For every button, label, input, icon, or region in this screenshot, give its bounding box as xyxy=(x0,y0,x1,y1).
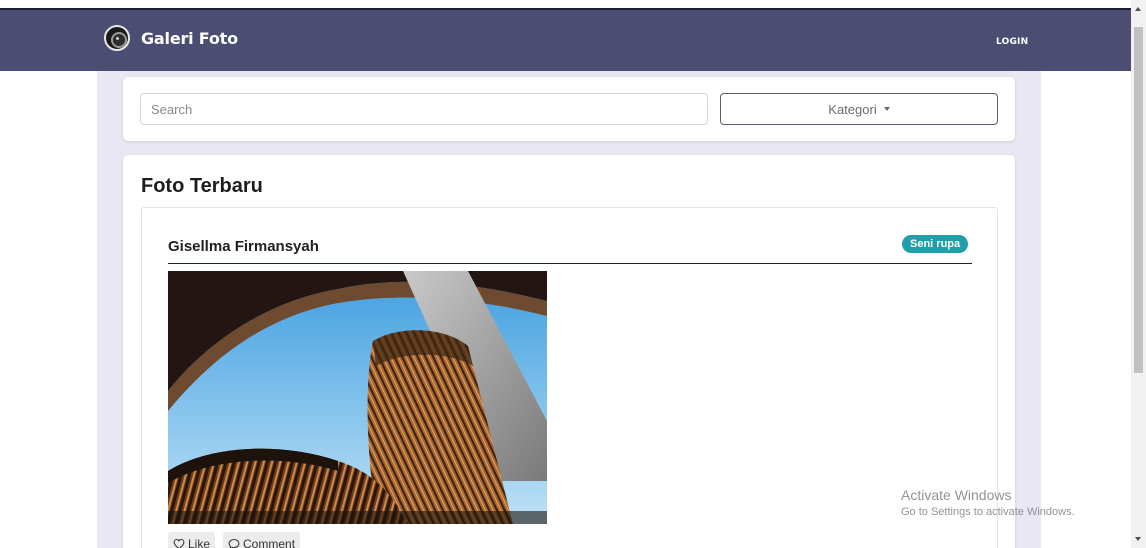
watermark-title: Activate Windows xyxy=(901,487,1012,503)
brand-title: Galeri Foto xyxy=(141,28,238,48)
post-divider xyxy=(168,263,972,264)
comment-label: Comment xyxy=(243,537,296,548)
comment-icon xyxy=(228,538,240,548)
post-actions: Like Comment xyxy=(168,532,301,548)
caret-down-icon xyxy=(883,107,890,111)
kategori-dropdown-button[interactable]: Kategori xyxy=(720,93,998,125)
top-strip xyxy=(0,0,1131,8)
scrollbar-thumb[interactable] xyxy=(1134,27,1143,373)
activate-windows-watermark: Activate Windows Go to Settings to activ… xyxy=(901,487,1075,518)
post-author: Gisellma Firmansyah xyxy=(168,238,319,255)
browser-viewport: Galeri Foto LOGIN Kategori Foto Terbaru … xyxy=(0,0,1131,548)
camera-lens-icon xyxy=(104,25,130,51)
search-card: Kategori xyxy=(123,77,1015,141)
login-link[interactable]: LOGIN xyxy=(996,37,1028,47)
like-label: Like xyxy=(188,537,211,548)
like-button[interactable]: Like xyxy=(168,532,216,548)
navbar: Galeri Foto LOGIN xyxy=(0,8,1131,71)
category-badge[interactable]: Seni rupa xyxy=(902,235,969,253)
post-photo[interactable] xyxy=(168,271,547,524)
heart-icon xyxy=(173,538,185,548)
scroll-down-arrow-icon[interactable] xyxy=(1135,537,1141,541)
kategori-label: Kategori xyxy=(828,101,877,117)
scroll-up-arrow-icon[interactable] xyxy=(1135,7,1141,11)
architecture-photo-icon xyxy=(168,271,547,524)
comment-button[interactable]: Comment xyxy=(223,532,301,548)
watermark-subtitle: Go to Settings to activate Windows. xyxy=(901,506,1075,518)
brand[interactable]: Galeri Foto xyxy=(104,25,238,51)
vertical-scrollbar[interactable] xyxy=(1131,0,1146,548)
photo-post: Gisellma Firmansyah Seni rupa Like Comme… xyxy=(141,207,998,548)
section-title: Foto Terbaru xyxy=(141,175,263,197)
latest-photos-card: Foto Terbaru Gisellma Firmansyah Seni ru… xyxy=(123,155,1015,548)
search-input[interactable] xyxy=(140,93,708,125)
